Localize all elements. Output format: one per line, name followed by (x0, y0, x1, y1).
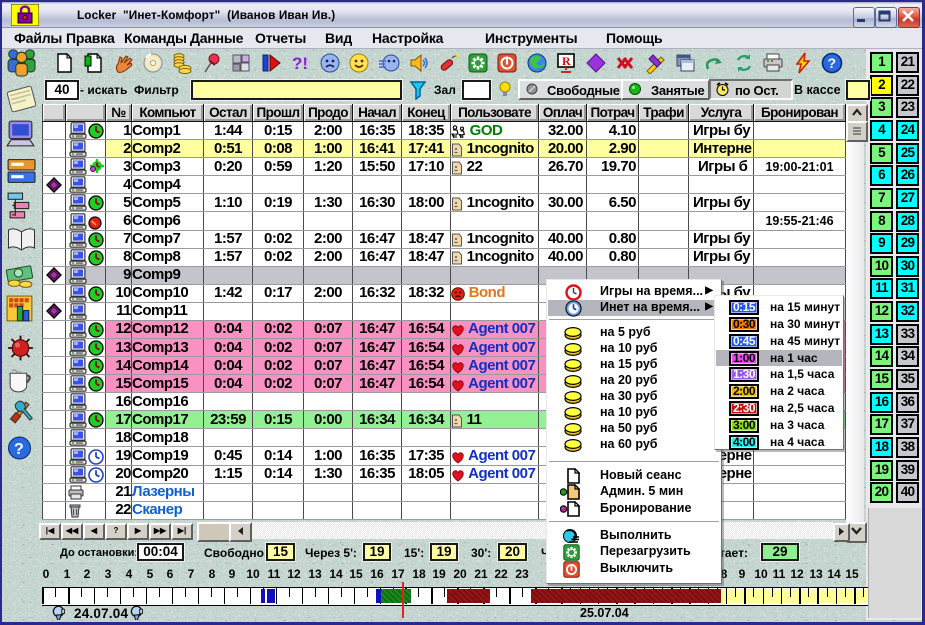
svg-text:?: ? (14, 441, 24, 458)
svg-text:?!: ?! (292, 54, 308, 73)
svg-text:R: R (562, 54, 571, 68)
svg-text:?: ? (828, 55, 837, 71)
